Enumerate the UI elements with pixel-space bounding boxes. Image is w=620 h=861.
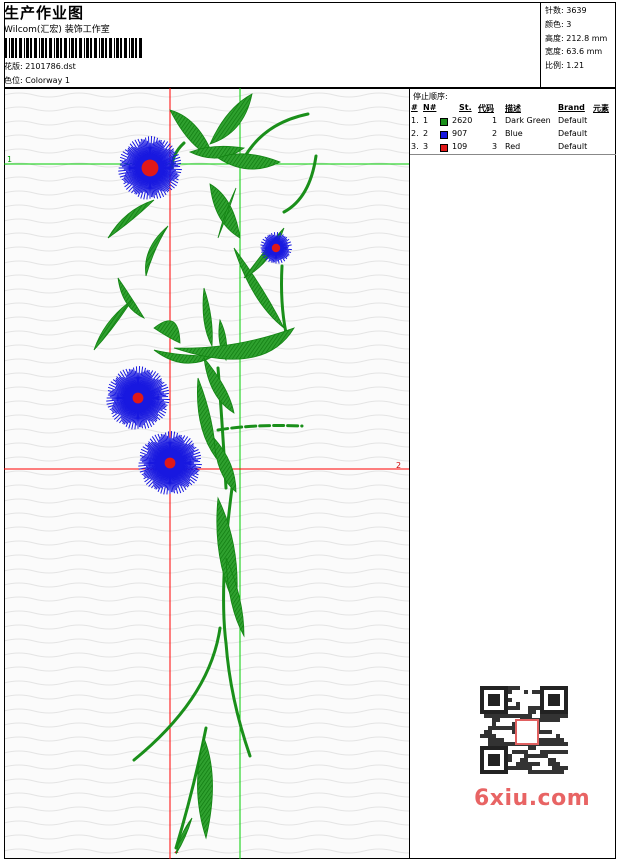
row-brand: Default xyxy=(558,116,588,125)
row-needle: 1 xyxy=(423,116,429,125)
row-stitches: 109 xyxy=(452,142,468,151)
row-code: 3 xyxy=(492,142,498,151)
header-divider xyxy=(540,2,541,88)
row-needle: 3 xyxy=(423,142,429,151)
guide-label-2: 2 xyxy=(396,461,401,470)
colorway: 色位: Colorway 1 xyxy=(4,76,70,85)
row-desc: Blue xyxy=(505,129,523,138)
row-desc: Dark Green xyxy=(505,116,551,125)
row-code: 2 xyxy=(492,129,498,138)
color-swatch xyxy=(440,131,448,139)
panel-divider xyxy=(410,154,616,155)
qr-code xyxy=(470,680,578,780)
col-index: # xyxy=(411,103,418,112)
stat-width: 宽度: 63.6 mm xyxy=(545,47,603,56)
watermark-logo: 6xiu.com xyxy=(474,786,591,811)
embroidery-artwork: 1 2 2 xyxy=(4,88,410,859)
color-swatch xyxy=(440,144,448,152)
row-index: 3. xyxy=(411,142,419,151)
row-code: 1 xyxy=(492,116,498,125)
company-name: Wilcom(汇宏) 装饰工作室 xyxy=(4,25,110,35)
stop-sequence-title: 停止顺序: xyxy=(413,92,448,101)
col-desc: 描述 xyxy=(505,104,521,113)
page-title: 生产作业图 xyxy=(4,4,85,22)
row-stitches: 2620 xyxy=(452,116,473,125)
stat-scale: 比例: 1.21 xyxy=(545,61,585,70)
design-file: 花版: 2101786.dst xyxy=(4,62,76,71)
row-stitches: 907 xyxy=(452,129,468,138)
stat-height: 高度: 212.8 mm xyxy=(545,34,608,43)
col-code: 代码 xyxy=(478,104,494,113)
row-brand: Default xyxy=(558,129,588,138)
row-desc: Red xyxy=(505,142,521,151)
col-element: 元素 xyxy=(593,104,609,113)
color-swatch xyxy=(440,118,448,126)
row-index: 1. xyxy=(411,116,419,125)
row-brand: Default xyxy=(558,142,588,151)
stat-stitches: 针数: 3639 xyxy=(545,6,587,15)
row-needle: 2 xyxy=(423,129,429,138)
col-brand: Brand xyxy=(558,103,585,112)
col-n: N# xyxy=(423,103,437,112)
guide-label-1: 1 xyxy=(7,155,12,164)
col-stitches: St. xyxy=(459,103,472,112)
barcode xyxy=(4,38,142,58)
stat-colors: 颜色: 3 xyxy=(545,20,572,29)
row-index: 2. xyxy=(411,129,419,138)
